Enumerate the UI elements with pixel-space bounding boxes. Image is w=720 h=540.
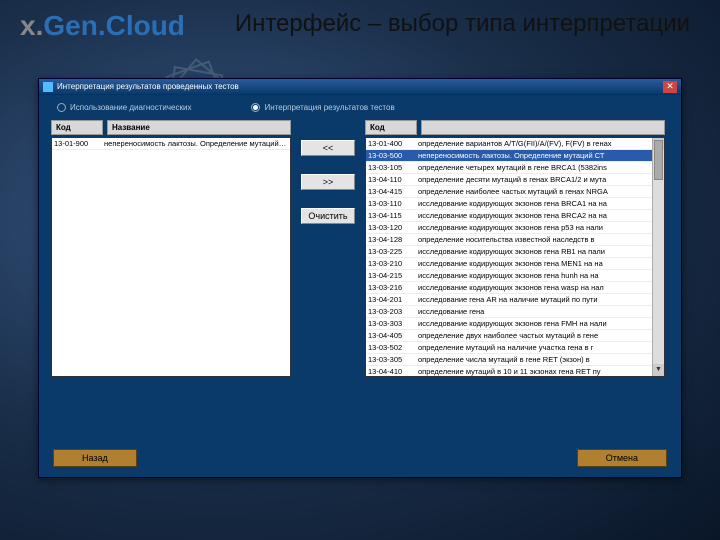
- list-item[interactable]: 13-04-410определение мутаций в 10 и 11 э…: [366, 366, 664, 377]
- list-item[interactable]: 13-01-400определение вариантов A/T/G(FII…: [366, 138, 664, 150]
- back-button[interactable]: Назад: [53, 449, 137, 467]
- column-header-name: [421, 120, 665, 135]
- logo-cloud: Cloud: [106, 10, 185, 41]
- list-item[interactable]: 13-04-110определение десяти мутаций в ге…: [366, 174, 664, 186]
- slide-header: x.Gen.Cloud Интерфейс – выбор типа интер…: [0, 0, 720, 47]
- app-window: Интерпретация результатов проведенных те…: [38, 78, 682, 478]
- transfer-buttons: << >> Очистить: [299, 120, 357, 377]
- logo-prefix: x.: [20, 10, 43, 41]
- selected-tests-list[interactable]: 13-01-900непереносимость лактозы. Опреде…: [51, 137, 291, 377]
- list-item[interactable]: 13-03-105определение четырех мутаций в г…: [366, 162, 664, 174]
- list-item[interactable]: 13-04-415определение наиболее частых мут…: [366, 186, 664, 198]
- move-left-button[interactable]: <<: [301, 140, 355, 156]
- selected-tests-panel: Код Название 13-01-900непереносимость ла…: [51, 120, 291, 377]
- column-header-code[interactable]: Код: [51, 120, 103, 135]
- column-header-code[interactable]: Код: [365, 120, 417, 135]
- logo-gen: Gen.: [43, 10, 105, 41]
- list-item[interactable]: 13-04-405определение двух наиболее часты…: [366, 330, 664, 342]
- slide-title: Интерфейс – выбор типа интерпретации: [225, 10, 700, 39]
- radio-label: Интерпретация результатов тестов: [264, 103, 394, 112]
- list-item[interactable]: 13-04-115исследование кодирующих экзонов…: [366, 210, 664, 222]
- list-item[interactable]: 13-04-215исследование кодирующих экзонов…: [366, 270, 664, 282]
- radio-diagnostic[interactable]: Использование диагностических: [57, 103, 191, 112]
- list-item[interactable]: 13-01-900непереносимость лактозы. Опреде…: [52, 138, 290, 150]
- scroll-thumb[interactable]: [654, 140, 663, 180]
- list-item[interactable]: 13-04-201исследование гена AR на наличие…: [366, 294, 664, 306]
- window-icon: [43, 82, 53, 92]
- move-right-button[interactable]: >>: [301, 174, 355, 190]
- available-tests-list[interactable]: 13-01-400определение вариантов A/T/G(FII…: [365, 137, 665, 377]
- list-item[interactable]: 13-03-120исследование кодирующих экзонов…: [366, 222, 664, 234]
- scroll-down-icon[interactable]: ▼: [653, 364, 664, 376]
- list-item[interactable]: 13-03-303исследование кодирующих экзонов…: [366, 318, 664, 330]
- column-header-name[interactable]: Название: [107, 120, 291, 135]
- radio-dot-icon: [251, 103, 260, 112]
- window-title: Интерпретация результатов проведенных те…: [57, 82, 239, 91]
- list-item[interactable]: 13-03-203исследование гена: [366, 306, 664, 318]
- list-item[interactable]: 13-03-110исследование кодирующих экзонов…: [366, 198, 664, 210]
- available-tests-panel: Код 13-01-400определение вариантов A/T/G…: [365, 120, 665, 377]
- radio-dot-icon: [57, 103, 66, 112]
- radio-group: Использование диагностических Интерпрета…: [39, 95, 681, 116]
- radio-interpretation[interactable]: Интерпретация результатов тестов: [251, 103, 394, 112]
- list-item[interactable]: 13-04-128определение носительства извест…: [366, 234, 664, 246]
- footer-buttons: Назад Отмена: [39, 449, 681, 467]
- radio-label: Использование диагностических: [70, 103, 191, 112]
- list-item[interactable]: 13-03-500непереносимость лактозы. Опреде…: [366, 150, 664, 162]
- list-item[interactable]: 13-03-210исследование кодирующих экзонов…: [366, 258, 664, 270]
- scrollbar[interactable]: ▲ ▼: [652, 138, 664, 376]
- list-item[interactable]: 13-03-305определение числа мутаций в ген…: [366, 354, 664, 366]
- close-button[interactable]: ✕: [663, 81, 677, 93]
- logo: x.Gen.Cloud: [20, 10, 185, 42]
- list-item[interactable]: 13-03-216исследование кодирующих экзонов…: [366, 282, 664, 294]
- window-titlebar: Интерпретация результатов проведенных те…: [39, 79, 681, 95]
- clear-button[interactable]: Очистить: [301, 208, 355, 224]
- list-item[interactable]: 13-03-225исследование кодирующих экзонов…: [366, 246, 664, 258]
- cancel-button[interactable]: Отмена: [577, 449, 667, 467]
- list-item[interactable]: 13-03-502определение мутаций на наличие …: [366, 342, 664, 354]
